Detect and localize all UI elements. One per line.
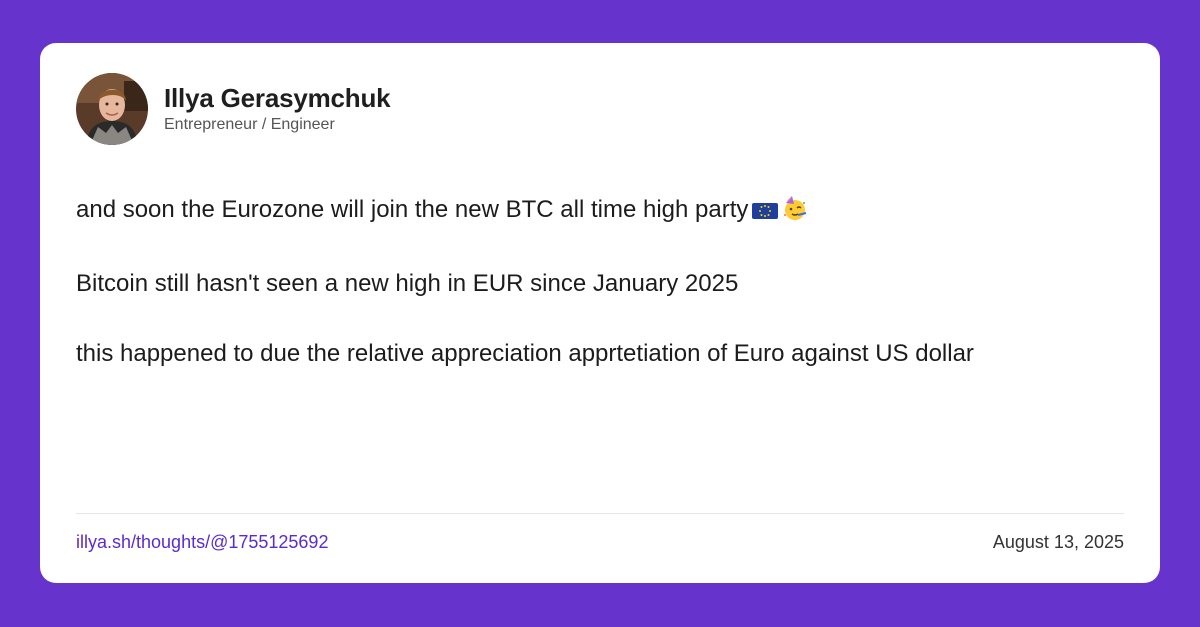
avatar[interactable]	[76, 73, 148, 145]
thought-card: Illya Gerasymchuk Entrepreneur / Enginee…	[40, 43, 1160, 583]
eu-flag-icon	[752, 199, 779, 229]
post-paragraph-text: and soon the Eurozone will join the new …	[76, 196, 749, 223]
author-role: Entrepreneur / Engineer	[164, 116, 335, 133]
footer-divider	[76, 513, 1124, 514]
author-name[interactable]: Illya Gerasymchuk	[164, 83, 391, 113]
partying-face-icon	[782, 195, 808, 229]
permalink[interactable]: illya.sh/thoughts/@1755125692	[76, 531, 328, 553]
profile-photo-icon	[76, 73, 148, 145]
post-date: August 13, 2025	[992, 532, 1124, 552]
author-info: Illya Gerasymchuk Entrepreneur / Enginee…	[164, 83, 391, 135]
post-paragraph: this happened to due the relative apprec…	[76, 340, 974, 367]
post-paragraph: Bitcoin still hasn't seen a new high in …	[76, 270, 739, 297]
author-header: Illya Gerasymchuk Entrepreneur / Enginee…	[76, 73, 391, 145]
post-paragraph: and soon the Eurozone will join the new …	[76, 195, 1136, 229]
post-body: and soon the Eurozone will join the new …	[76, 195, 1136, 409]
